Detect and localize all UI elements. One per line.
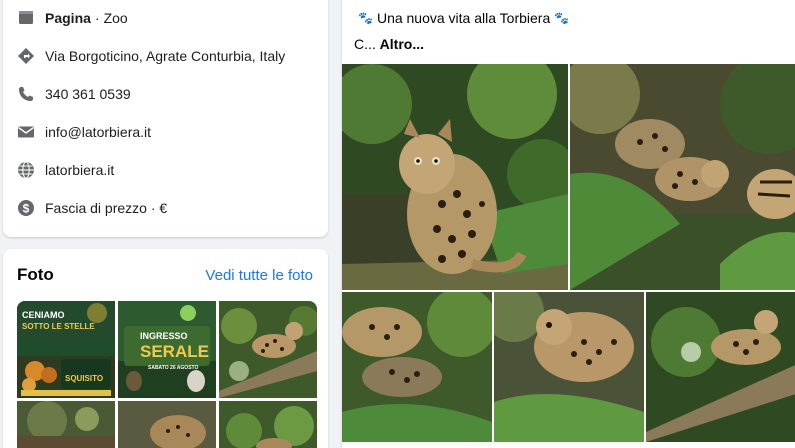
post-text: 🐾 Una nuova vita alla Torbiera 🐾 — [354, 10, 573, 26]
phone-row[interactable]: 340 361 0539 — [16, 83, 131, 105]
post-photo-ocelots-walking[interactable] — [570, 64, 795, 290]
email-row[interactable]: info@latorbiera.it — [16, 121, 151, 143]
globe-icon — [16, 160, 36, 180]
post-photo-ocelot-sitting[interactable] — [342, 64, 568, 290]
see-more-link[interactable]: Altro... — [380, 36, 424, 52]
see-all-photos-link[interactable]: Vedi tutte le foto — [205, 267, 313, 284]
svg-text:$: $ — [23, 201, 30, 215]
photo-thumbnail-ocelot-2[interactable] — [17, 401, 115, 448]
post-text-truncated: C... Altro... — [354, 36, 424, 52]
category-type: Pagina — [45, 10, 91, 26]
post-photo-ocelot-log[interactable] — [646, 292, 795, 442]
post-photo-ocelot-pair[interactable] — [342, 292, 492, 442]
photos-title: Foto — [17, 265, 54, 284]
email-text: info@latorbiera.it — [45, 124, 152, 140]
category-separator: · — [94, 10, 100, 26]
paw-icon: 🐾 — [554, 11, 570, 25]
photo-thumbnail-ocelot-3[interactable] — [118, 401, 216, 448]
post-photo-ocelot-closeup[interactable] — [494, 292, 644, 442]
phone-text: 340 361 0539 — [45, 86, 131, 102]
page: Pagina · Zoo Via Borgoticino, Agrate Con… — [0, 0, 795, 448]
poster2-line2: SERALE — [140, 342, 209, 361]
location-diamond-icon — [16, 46, 36, 66]
post-truncated-text: C... — [354, 36, 376, 52]
poster1-line3: SQUISITO — [65, 374, 103, 383]
price-row: $ Fascia di prezzo · € — [16, 197, 167, 219]
category-row: Pagina · Zoo — [16, 7, 128, 29]
post-text-body: Una nuova vita alla Torbiera — [376, 10, 551, 26]
intro-card: Pagina · Zoo Via Borgoticino, Agrate Con… — [3, 0, 328, 237]
price-text: Fascia di prezzo · € — [45, 200, 168, 216]
address-row[interactable]: Via Borgoticino, Agrate Conturbia, Italy — [16, 45, 285, 67]
photo-thumbnail-ocelot-1[interactable] — [219, 301, 317, 398]
photo-thumbnail-ocelot-4[interactable] — [219, 401, 317, 448]
photo-thumbnail-dinner-poster[interactable]: CENIAMO SOTTO LE STELLE SQUISITO — [17, 301, 115, 398]
poster2-line3: SABATO 26 AGOSTO — [148, 365, 198, 371]
flag-icon — [16, 8, 36, 28]
poster1-line2: SOTTO LE STELLE — [22, 322, 95, 331]
envelope-icon — [16, 122, 36, 142]
poster1-line1: CENIAMO — [22, 310, 65, 320]
poster2-line1: INGRESSO — [140, 331, 188, 341]
post-card: 🐾 Una nuova vita alla Torbiera 🐾 C... Al… — [342, 0, 795, 448]
photos-card: Foto Vedi tutte le foto CENIAMO SOTTO LE… — [3, 249, 328, 448]
paw-icon: 🐾 — [358, 11, 373, 25]
website-row[interactable]: latorbiera.it — [16, 159, 114, 181]
dollar-icon: $ — [16, 198, 36, 218]
address-text: Via Borgoticino, Agrate Conturbia, Italy — [45, 48, 286, 64]
photo-thumbnail-evening-poster[interactable]: INGRESSO SERALE SABATO 26 AGOSTO — [118, 301, 216, 398]
website-text: latorbiera.it — [45, 162, 115, 178]
phone-icon — [16, 84, 36, 104]
category-value[interactable]: Zoo — [104, 10, 128, 26]
